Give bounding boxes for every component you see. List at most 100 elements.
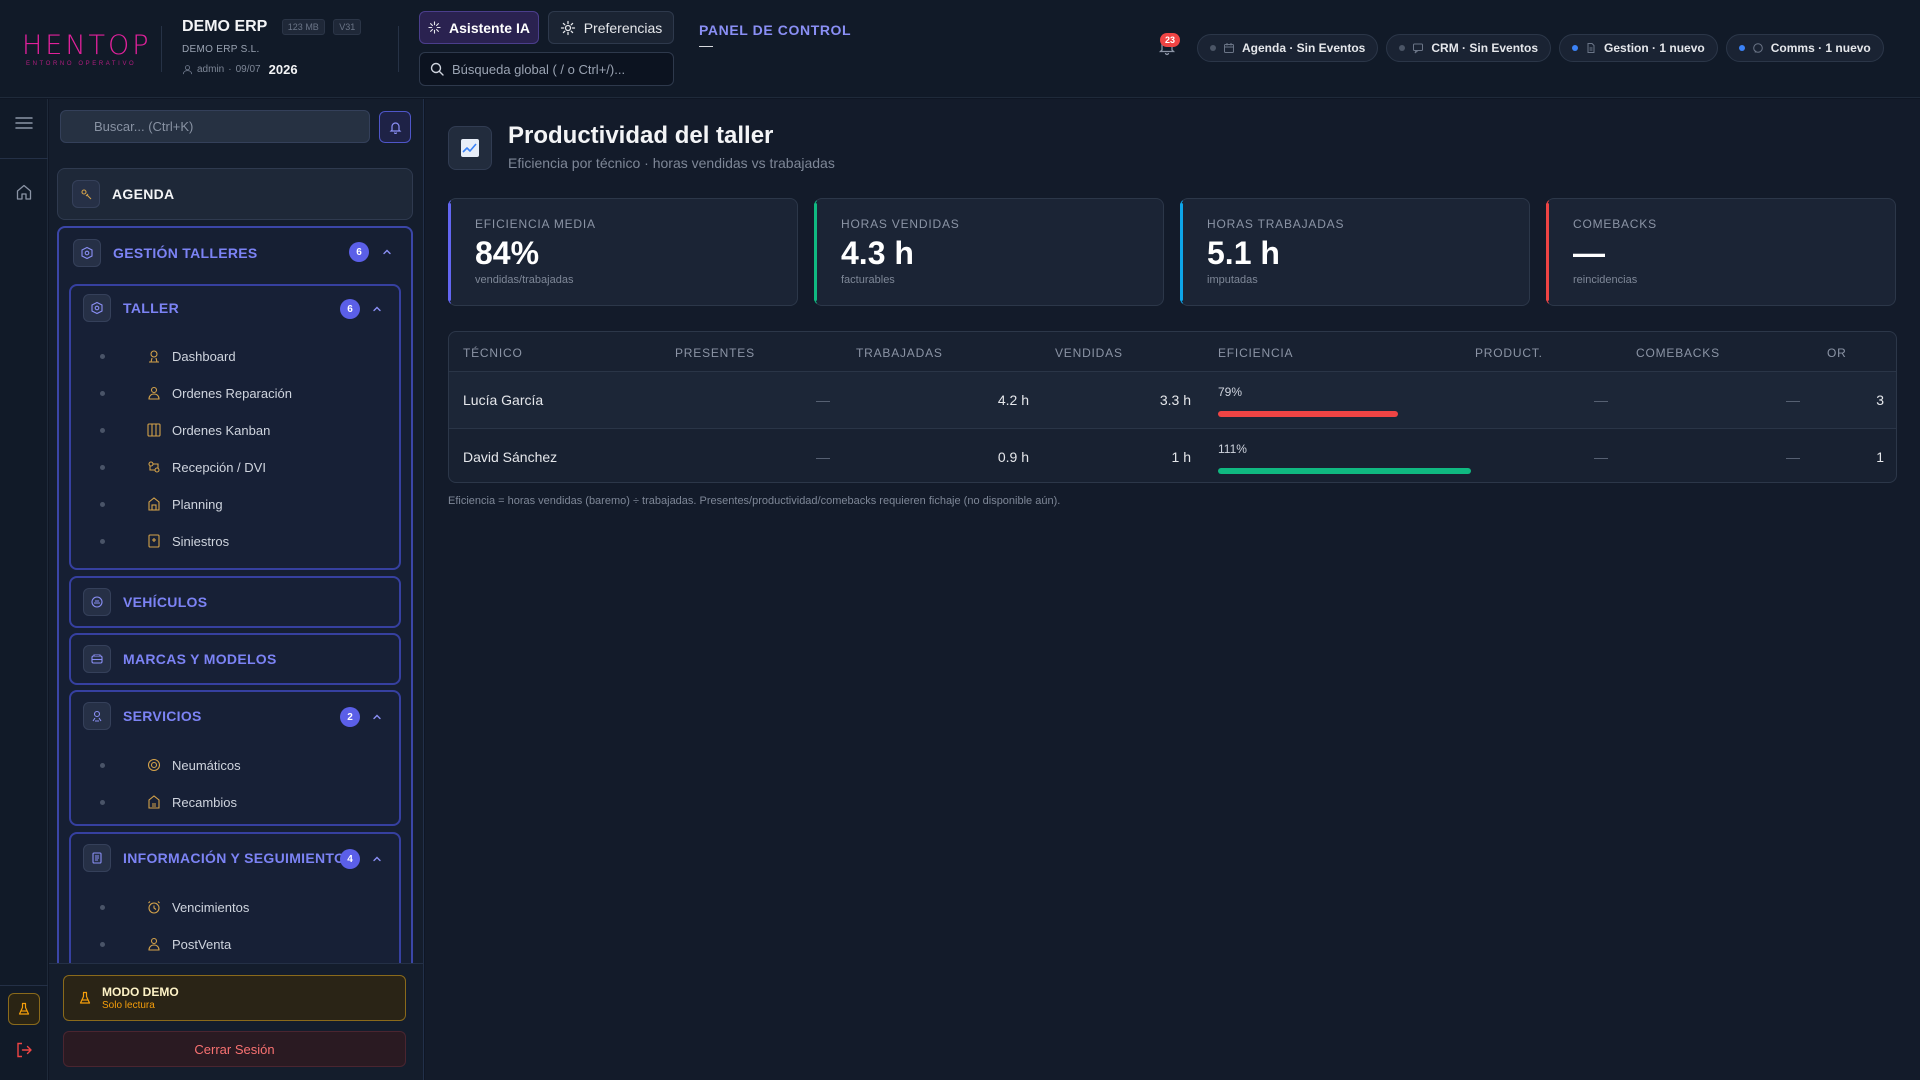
menu-item-label: PostVenta xyxy=(172,937,232,952)
menu-informacion-seguimiento: INFORMACIÓN Y SEGUIMIENTO 4 Vencimientos… xyxy=(69,832,401,964)
chevron-up-icon[interactable] xyxy=(371,853,383,865)
home-button[interactable] xyxy=(13,181,35,203)
crm-status-label: CRM · Sin Eventos xyxy=(1431,41,1539,55)
column-header-tecnico[interactable]: TÉCNICO xyxy=(463,346,523,360)
menu-servicios-header[interactable]: SERVICIOS xyxy=(83,702,202,730)
chevron-up-icon[interactable] xyxy=(381,246,393,258)
menu-gestion-talleres-header[interactable]: GESTIÓN TALLERES xyxy=(73,239,258,267)
company-info: DEMO ERP 123 MB V31 DEMO ERP S.L. admin … xyxy=(182,18,362,77)
logout-rail-button[interactable] xyxy=(13,1039,35,1061)
bullet xyxy=(100,502,105,507)
status-dot xyxy=(1399,45,1406,51)
cell-comebacks: — xyxy=(1786,449,1800,465)
column-header-presentes[interactable]: PRESENTES xyxy=(675,346,755,360)
menu-item-label: Ordenes Reparación xyxy=(172,386,292,401)
logout-icon xyxy=(17,1042,32,1058)
search-icon xyxy=(430,62,444,76)
kpi-accent-bar xyxy=(1180,203,1183,301)
ai-assistant-button[interactable]: Asistente IA xyxy=(419,11,539,44)
app-logo[interactable]: HENTOP ENTORNO OPERATIVO xyxy=(22,32,149,68)
document-icon xyxy=(1587,43,1595,53)
kpi-label: EFICIENCIA MEDIA xyxy=(475,217,596,231)
cell-eficiencia-value: 111% xyxy=(1218,442,1247,456)
menu-item-planning[interactable]: Planning xyxy=(71,489,391,519)
table-row[interactable]: David Sánchez — 0.9 h 1 h 111% — — 1 xyxy=(449,429,1896,482)
sidebar-search-placeholder: Buscar... (Ctrl+K) xyxy=(94,119,194,134)
planning-icon xyxy=(148,497,160,511)
home-icon xyxy=(16,184,32,200)
cell-presentes: — xyxy=(816,392,830,408)
divider xyxy=(0,985,48,986)
global-search-placeholder: Búsqueda global ( / o Ctrl+/)... xyxy=(452,61,626,77)
reception-icon xyxy=(148,461,160,473)
cell-tecnico: Lucía García xyxy=(463,392,544,408)
kpi-label: HORAS TRABAJADAS xyxy=(1207,217,1345,231)
user-info: admin · 09/07 2026 xyxy=(182,62,361,77)
menu-agenda-header: AGENDA xyxy=(72,180,174,208)
sidebar-notifications-button[interactable] xyxy=(379,111,411,143)
agenda-icon xyxy=(72,180,100,208)
current-year: 2026 xyxy=(268,62,298,78)
column-header-trabajadas[interactable]: TRABAJADAS xyxy=(856,346,943,360)
column-header-comebacks[interactable]: COMEBACKS xyxy=(1636,346,1720,360)
cell-eficiencia-value: 79% xyxy=(1218,385,1243,399)
menu-vehiculos-label: VEHÍCULOS xyxy=(123,594,208,610)
column-header-or[interactable]: OR xyxy=(1827,346,1847,360)
repair-icon xyxy=(148,386,160,400)
table-footnote: Eficiencia = horas vendidas (baremo) ÷ t… xyxy=(448,495,1061,507)
bullet xyxy=(100,391,105,396)
menu-informacion-header[interactable]: INFORMACIÓN Y SEGUIMIENTO xyxy=(83,844,345,872)
menu-item-recambios[interactable]: Recambios xyxy=(71,787,391,817)
menu-item-postventa[interactable]: PostVenta xyxy=(71,929,391,959)
main-content: Productividad del taller Eficiencia por … xyxy=(425,99,1920,1080)
sidebar: Buscar... (Ctrl+K) AGENDA GESTIÓN TALLER… xyxy=(49,99,424,1080)
column-header-product[interactable]: PRODUCT. xyxy=(1475,346,1543,360)
kpi-value: 4.3 h xyxy=(841,235,914,271)
chevron-up-icon[interactable] xyxy=(371,711,383,723)
gestion-status-pill[interactable]: Gestion · 1 nuevo xyxy=(1559,34,1718,62)
menu-item-ordenes-reparacion[interactable]: Ordenes Reparación xyxy=(71,378,391,408)
sidebar-search-input[interactable]: Buscar... (Ctrl+K) xyxy=(60,110,370,143)
claims-icon xyxy=(148,534,160,548)
menu-item-ordenes-kanban[interactable]: Ordenes Kanban xyxy=(71,415,391,445)
hamburger-icon xyxy=(15,117,33,129)
company-legal-name: DEMO ERP S.L. xyxy=(182,44,260,56)
kpi-horas-trabajadas: HORAS TRABAJADAS 5.1 h imputadas xyxy=(1180,198,1530,306)
menu-vehiculos[interactable]: VEHÍCULOS xyxy=(69,576,401,628)
comms-status-pill[interactable]: Comms · 1 nuevo xyxy=(1725,34,1884,62)
chevron-up-icon[interactable] xyxy=(371,303,383,315)
crm-status-pill[interactable]: CRM · Sin Eventos xyxy=(1386,34,1552,62)
notifications-count-badge: 23 xyxy=(1160,33,1180,47)
efficiency-bar xyxy=(1218,411,1398,417)
cell-trabajadas: 4.2 h xyxy=(997,392,1029,408)
menu-item-recepcion-dvi[interactable]: Recepción / DVI xyxy=(71,452,391,482)
menu-toggle-button[interactable] xyxy=(13,112,35,134)
kpi-accent-bar xyxy=(1546,203,1549,301)
menu-item-neumaticos[interactable]: Neumáticos xyxy=(71,750,391,780)
menu-marcas-modelos[interactable]: MARCAS Y MODELOS xyxy=(69,633,401,685)
top-bar: HENTOP ENTORNO OPERATIVO DEMO ERP 123 MB… xyxy=(0,0,1920,98)
control-panel-link[interactable]: PANEL DE CONTROL — xyxy=(699,22,851,52)
logout-button[interactable]: Cerrar Sesión xyxy=(63,1031,406,1067)
kpi-value: — xyxy=(1573,235,1605,271)
gear-icon xyxy=(560,20,575,35)
table-row[interactable]: Lucía García — 4.2 h 3.3 h 79% — — 3 xyxy=(449,372,1896,428)
demo-mode-button[interactable] xyxy=(8,993,40,1025)
menu-item-vencimientos[interactable]: Vencimientos xyxy=(71,892,391,922)
menu-item-dashboard[interactable]: Dashboard xyxy=(71,341,391,371)
column-header-eficiencia[interactable]: EFICIENCIA xyxy=(1218,346,1293,360)
taller-count-badge: 6 xyxy=(340,299,360,319)
current-date: 09/07 xyxy=(235,64,261,76)
column-header-vendidas[interactable]: VENDIDAS xyxy=(1055,346,1123,360)
sparkle-icon xyxy=(428,21,441,34)
menu-taller-header[interactable]: TALLER xyxy=(83,294,179,322)
info-icon xyxy=(83,844,111,872)
preferences-button[interactable]: Preferencias xyxy=(548,11,674,44)
agenda-status-pill[interactable]: Agenda · Sin Eventos xyxy=(1197,34,1379,62)
username: admin xyxy=(197,64,225,76)
kpi-comebacks: COMEBACKS — reincidencias xyxy=(1546,198,1896,306)
global-search-input[interactable]: Búsqueda global ( / o Ctrl+/)... xyxy=(419,52,674,86)
menu-agenda[interactable]: AGENDA xyxy=(57,168,413,220)
menu-item-siniestros[interactable]: Siniestros xyxy=(71,526,391,556)
kpi-value: 5.1 h xyxy=(1207,235,1280,271)
